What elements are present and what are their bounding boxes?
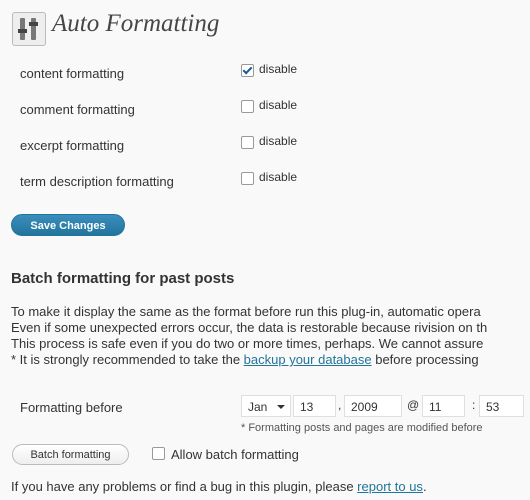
chevron-down-icon bbox=[277, 405, 285, 409]
checkbox-disable-term-description[interactable] bbox=[241, 172, 254, 185]
report-link[interactable]: report to us bbox=[357, 479, 423, 494]
checkbox-disable-excerpt[interactable] bbox=[241, 136, 254, 149]
checkbox-label-comment: disable bbox=[259, 98, 298, 112]
option-label-comment: comment formatting bbox=[20, 102, 135, 117]
save-changes-button[interactable]: Save Changes bbox=[11, 214, 125, 236]
option-label-content: content formatting bbox=[20, 66, 125, 81]
allow-batch-label: Allow batch formatting bbox=[171, 447, 299, 462]
month-value: Jan bbox=[248, 400, 268, 414]
checkbox-label-term-description: disable bbox=[259, 170, 298, 184]
page-title: Auto Formatting bbox=[52, 10, 220, 37]
checkbox-label-content: disable bbox=[259, 62, 298, 76]
settings-icon bbox=[12, 12, 46, 46]
checkbox-label-excerpt: disable bbox=[259, 134, 298, 148]
date-comma: , bbox=[338, 398, 342, 412]
year-input[interactable]: 2009 bbox=[344, 395, 402, 417]
checkbox-disable-comment[interactable] bbox=[241, 100, 254, 113]
formatting-note: * Formatting posts and pages are modifie… bbox=[241, 422, 483, 434]
batch-description-line-1: To make it display the same as the forma… bbox=[11, 304, 481, 319]
option-label-excerpt: excerpt formatting bbox=[20, 138, 125, 153]
footer-suffix: . bbox=[422, 479, 427, 494]
allow-batch-checkbox[interactable] bbox=[152, 447, 165, 460]
batch-description-line-3: This process is safe even if you do two … bbox=[11, 336, 484, 351]
option-label-term-description: term description formatting bbox=[20, 174, 174, 189]
minute-input[interactable]: 53 bbox=[479, 395, 524, 417]
backup-note: * It is strongly recommended to take the… bbox=[11, 352, 479, 368]
time-colon: : bbox=[472, 398, 476, 412]
month-select[interactable]: Jan bbox=[241, 395, 291, 417]
hour-input[interactable]: 11 bbox=[422, 395, 465, 417]
batch-section-heading: Batch formatting for past posts bbox=[11, 270, 235, 287]
backup-note-suffix: before processing bbox=[371, 352, 479, 367]
at-sign: @ bbox=[407, 398, 420, 412]
footer-text: If you have any problems or find a bug i… bbox=[11, 479, 427, 495]
batch-formatting-button[interactable]: Batch formatting bbox=[12, 444, 129, 465]
backup-database-link[interactable]: backup your database bbox=[244, 352, 372, 367]
backup-note-prefix: * It is strongly recommended to take the bbox=[11, 352, 244, 367]
day-input[interactable]: 13 bbox=[293, 395, 336, 417]
footer-prefix: If you have any problems or find a bug i… bbox=[11, 479, 358, 494]
batch-description-line-2: Even if some unexpected errors occur, th… bbox=[11, 320, 488, 335]
formatting-before-label: Formatting before bbox=[20, 400, 123, 415]
checkbox-disable-content[interactable] bbox=[241, 64, 254, 77]
